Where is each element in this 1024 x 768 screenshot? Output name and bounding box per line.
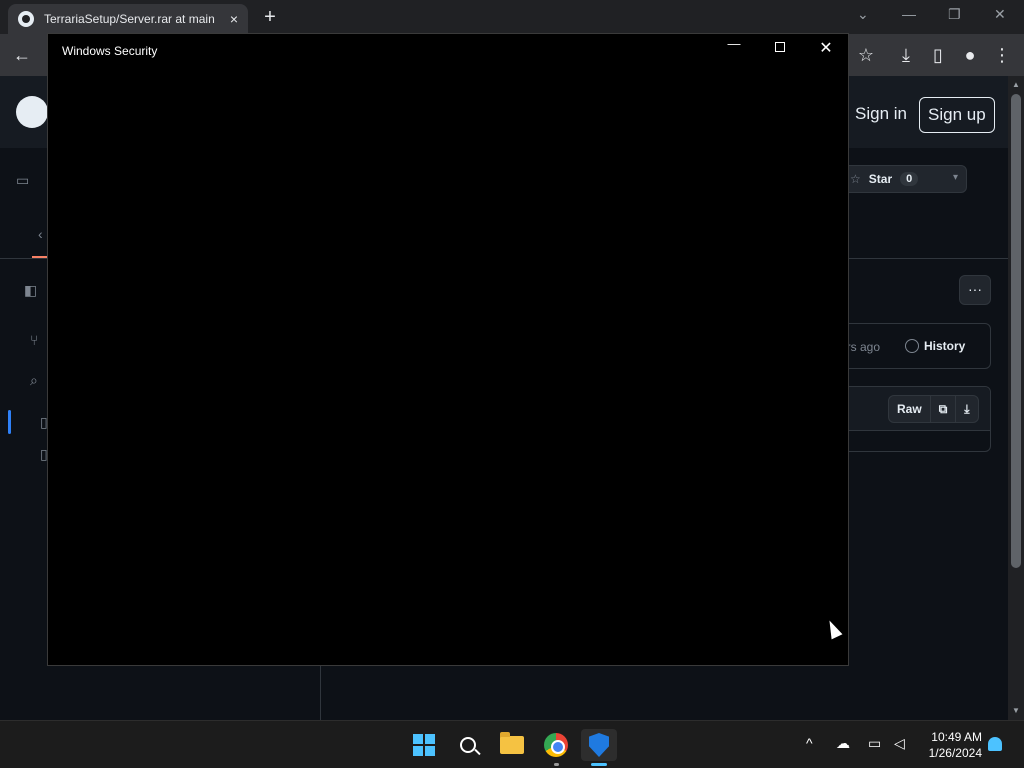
maximize-icon: [775, 42, 785, 52]
copy-icon[interactable]: ⧉: [931, 396, 957, 422]
network-icon[interactable]: ▭: [868, 735, 881, 752]
star-count: 0: [900, 172, 919, 186]
search-icon: [460, 737, 476, 753]
github-logo-icon[interactable]: [16, 96, 48, 128]
shield-icon: [589, 733, 609, 757]
system-clock[interactable]: 10:49 AM 1/26/2024: [922, 729, 982, 761]
folder-icon: [500, 732, 524, 754]
windows-security-button[interactable]: [581, 729, 617, 761]
tab-title: TerrariaSetup/Server.rar at main: [44, 12, 215, 26]
tab-search-icon[interactable]: ⌄: [857, 6, 869, 23]
star-icon: ☆: [850, 172, 861, 186]
tray-chevron-icon[interactable]: ^: [806, 735, 813, 751]
sign-up-button[interactable]: Sign up: [919, 97, 995, 133]
clock-date: 1/26/2024: [928, 746, 982, 760]
scroll-down-icon[interactable]: ▼: [1008, 706, 1024, 715]
github-favicon-icon: [18, 11, 34, 27]
browser-tab-strip: TerrariaSetup/Server.rar at main × + ⌄ —…: [0, 0, 1024, 34]
history-label: History: [924, 339, 966, 353]
chrome-icon: [544, 733, 568, 757]
windows-taskbar: ^ ☁ ▭ ◁ 10:49 AM 1/26/2024: [0, 720, 1024, 768]
window-title: Windows Security: [62, 44, 158, 58]
repo-icon: ▭: [16, 172, 30, 188]
taskbar-search-button[interactable]: [450, 729, 486, 761]
close-window-button[interactable]: ✕: [994, 6, 1006, 23]
desktop: TerrariaSetup/Server.rar at main × + ⌄ —…: [0, 0, 1024, 768]
file-actions-group: Raw ⧉ ⤓: [888, 395, 979, 423]
windows-security-window[interactable]: Windows Security — ✕: [47, 33, 849, 666]
scroll-thumb[interactable]: [1011, 94, 1021, 568]
star-label: Star: [868, 172, 893, 186]
selected-file-accent: [8, 410, 11, 434]
dialog-minimize-button[interactable]: —: [723, 36, 745, 51]
restore-button[interactable]: ❐: [948, 6, 961, 23]
volume-muted-icon[interactable]: ◁: [894, 735, 905, 752]
back-button[interactable]: ←: [10, 43, 34, 67]
side-panel-icon[interactable]: ▯: [926, 43, 950, 67]
history-icon: [905, 339, 919, 353]
chevron-down-icon[interactable]: ▾: [953, 172, 958, 183]
windows-logo-icon: [413, 734, 435, 756]
search-icon[interactable]: ⌕: [30, 372, 38, 389]
browser-tab[interactable]: TerrariaSetup/Server.rar at main ×: [8, 4, 248, 34]
raw-button[interactable]: Raw: [889, 396, 931, 422]
profile-icon[interactable]: ●: [958, 43, 982, 67]
chrome-running-indicator: [554, 763, 559, 766]
tab-close-icon[interactable]: ×: [230, 11, 238, 27]
branch-icon[interactable]: ⑂: [30, 332, 38, 348]
side-panel-toggle-icon[interactable]: ◧: [24, 282, 37, 299]
chrome-button[interactable]: [538, 729, 574, 761]
clock-time: 10:49 AM: [931, 730, 982, 744]
sidebar-divider: [320, 666, 321, 720]
scroll-up-icon[interactable]: ▲: [1008, 80, 1024, 89]
chevron-left-icon[interactable]: ‹: [38, 226, 43, 242]
downloads-icon[interactable]: ⤓: [894, 43, 918, 67]
bookmark-star-icon[interactable]: ☆: [854, 43, 878, 67]
new-tab-button[interactable]: +: [260, 6, 280, 29]
active-app-indicator: [591, 763, 607, 766]
download-icon[interactable]: ⤓: [956, 396, 977, 422]
browser-menu-icon[interactable]: ⋮: [990, 43, 1014, 67]
file-explorer-button[interactable]: [494, 729, 530, 761]
history-link[interactable]: History: [905, 339, 965, 353]
more-options-button[interactable]: ···: [959, 275, 991, 305]
star-button[interactable]: ☆ Star 0 ▾: [837, 165, 967, 193]
dialog-close-button[interactable]: ✕: [815, 38, 837, 58]
sign-in-link[interactable]: Sign in: [855, 104, 907, 124]
minimize-button[interactable]: —: [902, 6, 916, 22]
dialog-maximize-button[interactable]: [769, 40, 791, 55]
start-button[interactable]: [406, 729, 442, 761]
page-scrollbar[interactable]: ▲ ▼: [1008, 76, 1024, 720]
notification-bell-icon[interactable]: [988, 737, 1002, 751]
onedrive-icon[interactable]: ☁: [836, 735, 850, 752]
